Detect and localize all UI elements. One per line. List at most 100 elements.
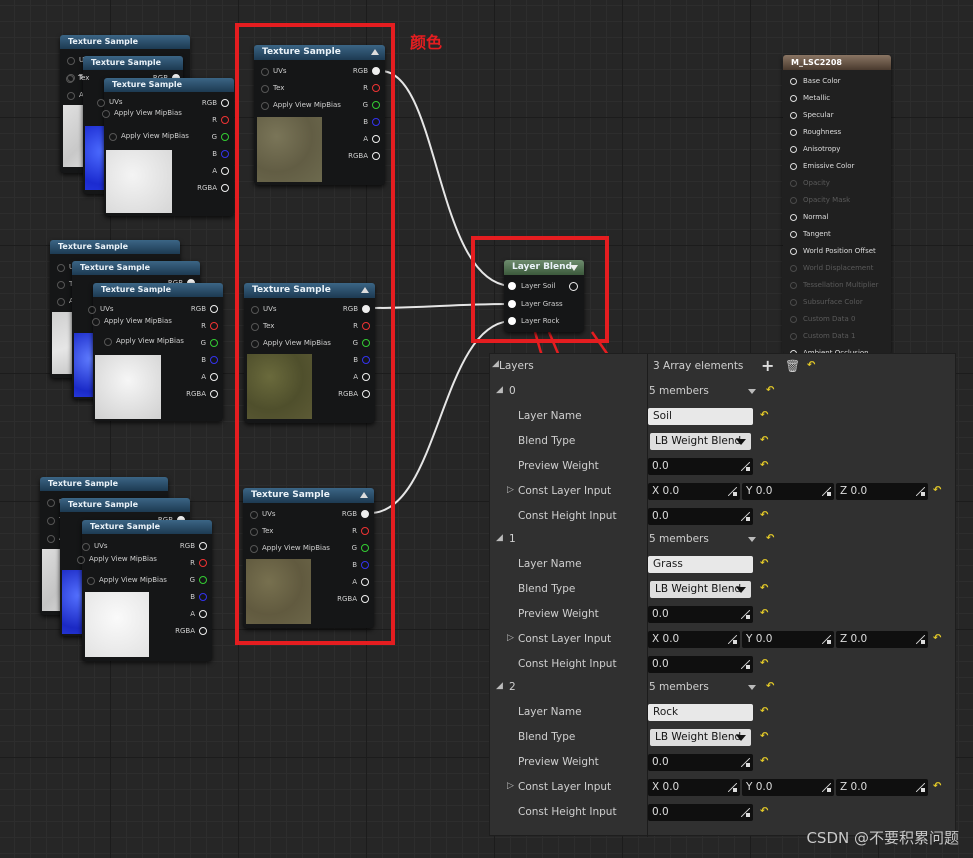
pin-rgba[interactable]: RGBA <box>186 389 219 399</box>
preview-weight-input[interactable]: 0.0 <box>648 606 753 623</box>
reset-arrow-icon[interactable]: ↶ <box>766 681 775 692</box>
texture-sample-node-stack3-c[interactable]: Texture Sample UVs Apply View MipBias Ap… <box>76 520 212 661</box>
const-layer-z-input[interactable]: Z 0.0 <box>836 631 928 648</box>
pin-mip[interactable]: Apply View MipBias <box>106 131 189 141</box>
layer-name-input[interactable]: Soil <box>648 408 753 425</box>
reset-arrow-icon[interactable]: ↶ <box>760 558 769 569</box>
pin-roughness[interactable]: Roughness <box>790 128 841 137</box>
pin-a[interactable]: A <box>190 609 208 619</box>
reset-arrow-icon[interactable]: ↶ <box>760 460 769 471</box>
reset-arrow-icon[interactable]: ↶ <box>760 608 769 619</box>
pin-base-color[interactable]: Base Color <box>790 77 841 86</box>
dropdown-arrow-icon[interactable] <box>748 537 756 542</box>
pin-tex[interactable]: Tex <box>63 73 89 83</box>
blend-type-select[interactable]: LB Weight Blend <box>650 581 751 598</box>
blend-type-select[interactable]: LB Weight Blend <box>650 433 751 450</box>
reset-arrow-icon[interactable]: ↶ <box>760 706 769 717</box>
blend-type-select[interactable]: LB Weight Blend <box>650 729 751 746</box>
pin-normal[interactable]: Normal <box>790 213 828 222</box>
const-layer-x-input[interactable]: X 0.0 <box>648 631 740 648</box>
pin-specular[interactable]: Specular <box>790 111 834 120</box>
pin-uvs[interactable]: UVs <box>94 97 123 107</box>
preview-weight-input[interactable]: 0.0 <box>648 458 753 475</box>
pin-g[interactable]: G <box>190 575 208 585</box>
reset-arrow-icon[interactable]: ↶ <box>760 510 769 521</box>
expand-arrow-icon[interactable]: ▷ <box>507 633 514 643</box>
reset-arrow-icon[interactable]: ↶ <box>760 756 769 767</box>
const-layer-y-input[interactable]: Y 0.0 <box>742 631 834 648</box>
const-layer-y-input[interactable]: Y 0.0 <box>742 779 834 796</box>
reset-arrow-icon[interactable]: ↶ <box>760 583 769 594</box>
layer-name-input[interactable]: Rock <box>648 704 753 721</box>
pin-metallic[interactable]: Metallic <box>790 94 830 103</box>
preview-weight-row: Preview Weight 0.0 ↶ <box>490 454 957 479</box>
material-result-node[interactable]: M_LSC2208 Base Color Metallic Specular R… <box>783 55 891 357</box>
pin-uvs[interactable]: UVs <box>79 541 108 551</box>
pin-layer-rock[interactable]: Layer Rock <box>508 316 559 326</box>
reset-arrow-icon[interactable]: ↶ <box>933 633 942 644</box>
pin-layer-soil[interactable]: Layer Soil <box>508 281 555 291</box>
const-height-input[interactable]: 0.0 <box>648 656 753 673</box>
blend-type-row: Blend Type LB Weight Blend ↶ <box>490 429 957 454</box>
expand-arrow-icon[interactable]: ◢ <box>496 533 503 543</box>
pin-mip[interactable]: Apply View MipBias <box>99 108 182 118</box>
output-pin-icon[interactable] <box>569 282 578 291</box>
reset-arrow-icon[interactable]: ↶ <box>760 658 769 669</box>
pin-emissive-color[interactable]: Emissive Color <box>790 162 854 171</box>
pin-rgb[interactable]: RGB <box>180 541 208 551</box>
expand-arrow-icon[interactable]: ◢ <box>496 385 503 395</box>
pin-mip[interactable]: Apply View MipBias <box>74 554 157 564</box>
pin-a[interactable]: A <box>201 372 219 382</box>
layer-name-input[interactable]: Grass <box>648 556 753 573</box>
pin-g[interactable]: G <box>212 132 230 142</box>
pin-tangent[interactable]: Tangent <box>790 230 831 239</box>
reset-arrow-icon[interactable]: ↶ <box>760 806 769 817</box>
preview-weight-input[interactable]: 0.0 <box>648 754 753 771</box>
pin-rgba[interactable]: RGBA <box>175 626 208 636</box>
reset-arrow-icon[interactable]: ↶ <box>807 360 816 371</box>
expand-arrow-icon[interactable]: ◢ <box>496 681 503 691</box>
pin-mip[interactable]: Apply View MipBias <box>89 316 172 326</box>
pin-rgba[interactable]: RGBA <box>197 183 230 193</box>
texture-sample-node-stack1-c[interactable]: Texture Sample UVs Apply View MipBias Ap… <box>96 78 234 216</box>
dropdown-arrow-icon[interactable] <box>748 389 756 394</box>
add-element-icon[interactable]: + <box>761 356 774 375</box>
expand-arrow-icon[interactable]: ▷ <box>507 781 514 791</box>
pin-layer-grass[interactable]: Layer Grass <box>508 299 563 309</box>
pin-anisotropy[interactable]: Anisotropy <box>790 145 840 154</box>
pin-rgb[interactable]: RGB <box>202 98 230 108</box>
reset-arrow-icon[interactable]: ↶ <box>933 781 942 792</box>
const-layer-z-input[interactable]: Z 0.0 <box>836 483 928 500</box>
reset-arrow-icon[interactable]: ↶ <box>760 410 769 421</box>
reset-arrow-icon[interactable]: ↶ <box>766 533 775 544</box>
pin-r[interactable]: R <box>212 115 230 125</box>
pin-rgb[interactable]: RGB <box>191 304 219 314</box>
layer-blend-node[interactable]: Layer Blend Layer Soil Layer Grass Layer… <box>504 260 584 332</box>
const-layer-y-input[interactable]: Y 0.0 <box>742 483 834 500</box>
pin-mip[interactable]: Apply View MipBias <box>84 575 167 585</box>
const-layer-x-input[interactable]: X 0.0 <box>648 779 740 796</box>
reset-arrow-icon[interactable]: ↶ <box>933 485 942 496</box>
pin-r[interactable]: R <box>201 321 219 331</box>
pin-mip[interactable]: Apply View MipBias <box>101 336 184 346</box>
pin-uvs[interactable]: UVs <box>85 304 114 314</box>
pin-b[interactable]: B <box>212 149 230 159</box>
reset-arrow-icon[interactable]: ↶ <box>760 731 769 742</box>
reset-arrow-icon[interactable]: ↶ <box>766 385 775 396</box>
pin-world-position-offset[interactable]: World Position Offset <box>790 247 876 256</box>
dropdown-arrow-icon[interactable] <box>748 685 756 690</box>
collapse-arrow-icon[interactable]: ◢ <box>492 359 499 369</box>
const-height-input[interactable]: 0.0 <box>648 804 753 821</box>
pin-a[interactable]: A <box>212 166 230 176</box>
pin-b[interactable]: B <box>190 592 208 602</box>
expand-arrow-icon[interactable]: ▷ <box>507 485 514 495</box>
const-layer-z-input[interactable]: Z 0.0 <box>836 779 928 796</box>
pin-g[interactable]: G <box>201 338 219 348</box>
pin-r[interactable]: R <box>190 558 208 568</box>
const-height-input[interactable]: 0.0 <box>648 508 753 525</box>
const-layer-x-input[interactable]: X 0.0 <box>648 483 740 500</box>
texture-sample-node-stack2-c[interactable]: Texture Sample UVs Apply View MipBias Ap… <box>87 283 223 421</box>
trash-icon[interactable]: 🗑 <box>785 359 800 373</box>
reset-arrow-icon[interactable]: ↶ <box>760 435 769 446</box>
pin-b[interactable]: B <box>201 355 219 365</box>
